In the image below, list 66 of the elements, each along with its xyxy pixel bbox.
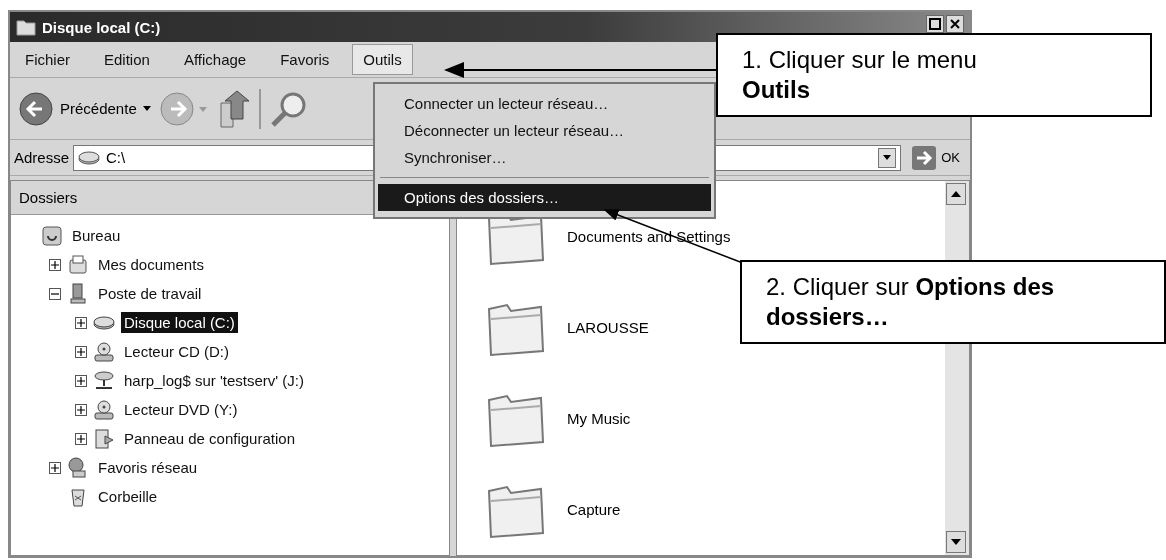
go-button[interactable]: OK: [905, 144, 966, 171]
file-name[interactable]: Documents and Settings: [567, 228, 731, 245]
close-button[interactable]: [946, 15, 964, 33]
tree-item[interactable]: Bureau: [69, 225, 124, 246]
documents-icon: [67, 253, 89, 276]
tree-item[interactable]: Panneau de configuration: [121, 428, 298, 449]
desktop-icon: [41, 224, 63, 247]
tree-item[interactable]: Disque local (C:): [121, 312, 238, 333]
tree-toggle[interactable]: [49, 461, 61, 474]
file-name[interactable]: My Music: [567, 410, 631, 427]
tree-item[interactable]: Favoris réseau: [95, 457, 201, 478]
tree-toggle[interactable]: [75, 316, 87, 329]
plus-icon: [51, 463, 59, 472]
menu-option[interactable]: Synchroniser…: [378, 144, 711, 171]
plus-icon: [77, 405, 85, 414]
cd-drive-icon: [93, 398, 115, 421]
caret-icon: [883, 155, 892, 160]
tree-item[interactable]: Corbeille: [95, 486, 161, 507]
tree-toggle[interactable]: [75, 345, 87, 358]
plus-icon: [77, 347, 85, 356]
computer-icon: [67, 282, 89, 305]
cd-drive-icon: [93, 340, 115, 363]
pane-title: Dossiers: [19, 189, 78, 206]
file-name[interactable]: Capture: [567, 501, 621, 518]
dropdown-button[interactable]: [878, 147, 897, 168]
tree-item[interactable]: Lecteur CD (D:): [121, 341, 233, 362]
tree-item[interactable]: Poste de travail: [95, 283, 205, 304]
tree-toggle[interactable]: [49, 287, 61, 300]
menu-option[interactable]: Déconnecter un lecteur réseau…: [378, 117, 711, 144]
plus-icon: [77, 434, 85, 443]
plus-icon: [51, 260, 59, 269]
callout-text: 1. Cliquer sur le menu Outils: [742, 46, 977, 103]
menu-item[interactable]: Edition: [93, 44, 161, 75]
maximize-button[interactable]: [926, 15, 944, 33]
plus-icon: [77, 376, 85, 385]
forward-button[interactable]: [158, 90, 209, 127]
file-name[interactable]: LAROUSSE: [567, 319, 649, 336]
callout-text: 2. Cliquer sur Options des dossiers…: [766, 273, 1055, 330]
menu-item[interactable]: Fichier: [14, 44, 81, 75]
address-label: Adresse: [14, 149, 70, 166]
address-value: C:\: [106, 149, 126, 166]
plus-icon: [77, 318, 85, 327]
network-drive-icon: [93, 369, 115, 392]
tree-toggle[interactable]: [75, 403, 87, 416]
up-arrow-icon: [951, 191, 961, 197]
maximize-icon: [929, 18, 941, 30]
tree-item[interactable]: Mes documents: [95, 254, 207, 275]
menu-option[interactable]: Connecter un lecteur réseau…: [378, 90, 711, 117]
tree-toggle[interactable]: [75, 432, 87, 445]
tree-toggle[interactable]: [49, 258, 61, 271]
tree-item[interactable]: Lecteur DVD (Y:): [121, 399, 241, 420]
tree-toggle[interactable]: [75, 374, 87, 387]
caret-icon: [142, 105, 151, 112]
back-button[interactable]: Précédente: [18, 90, 151, 127]
tree-item[interactable]: harp_log$ sur 'testserv' (J:): [121, 370, 307, 391]
menu-item[interactable]: Affichage: [172, 44, 258, 75]
menu-item[interactable]: Favoris: [269, 44, 341, 75]
folder-icon: [16, 18, 36, 36]
control-panel-icon: [93, 427, 115, 450]
network-icon: [67, 456, 89, 479]
window-title: Disque local (C:): [42, 18, 161, 36]
drive-icon: [78, 150, 101, 165]
menu-item[interactable]: Outils: [352, 44, 413, 75]
menu-option[interactable]: Options des dossiers…: [378, 184, 711, 211]
down-arrow-icon: [951, 539, 961, 545]
close-icon: [949, 18, 961, 30]
